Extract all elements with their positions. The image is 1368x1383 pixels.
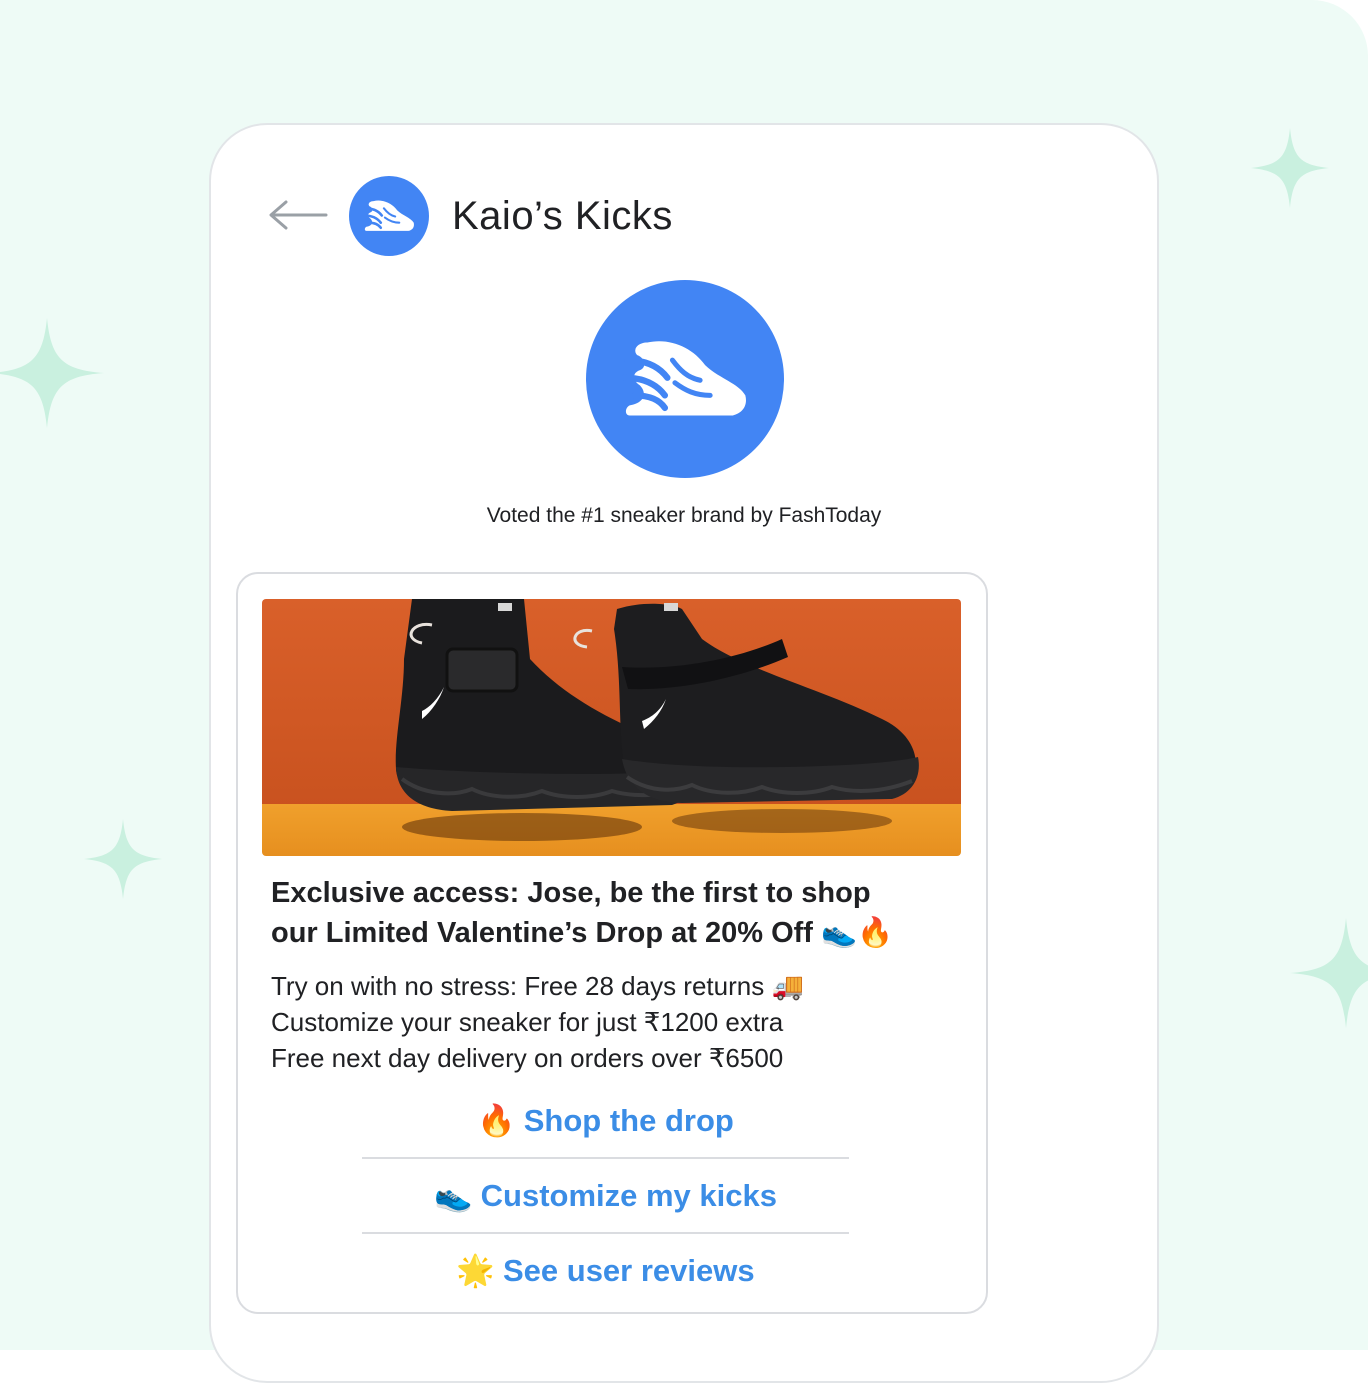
customize-my-kicks-button[interactable]: 👟 Customize my kicks [362, 1177, 849, 1214]
brand-name: Kaio’s Kicks [452, 194, 673, 238]
sparkle-icon [1290, 918, 1368, 1028]
star-icon: 🌟 [456, 1253, 495, 1288]
sparkle-icon [0, 318, 104, 428]
brand-tagline: Voted the #1 sneaker brand by FashToday [486, 504, 882, 527]
sneaker-logo-icon [622, 341, 746, 416]
brand-profile-avatar [586, 280, 784, 478]
hero-sneaker-image [262, 599, 961, 856]
action-label: Shop the drop [523, 1103, 734, 1138]
divider [362, 1157, 849, 1159]
card-body-line: Try on with no stress: Free 28 days retu… [271, 971, 804, 1001]
card-headline: Exclusive access: Jose, be the first to … [271, 873, 961, 953]
sneaker-logo-icon [363, 200, 414, 231]
see-user-reviews-button[interactable]: 🌟 See user reviews [362, 1252, 849, 1289]
card-body: Try on with no stress: Free 28 days retu… [271, 968, 961, 1076]
action-label: Customize my kicks [480, 1178, 777, 1213]
sneaker-icon: 👟 [434, 1178, 473, 1213]
fire-icon: 🔥 [477, 1103, 516, 1138]
brand-avatar [349, 176, 429, 256]
action-label: See user reviews [502, 1253, 755, 1288]
sparkle-icon [84, 819, 162, 899]
divider [362, 1232, 849, 1234]
back-arrow-icon[interactable] [268, 198, 328, 232]
shop-the-drop-button[interactable]: 🔥 Shop the drop [362, 1102, 849, 1139]
card-headline-line: Exclusive access: Jose, be the first to … [271, 877, 871, 909]
card-body-line: Customize your sneaker for just ₹1200 ex… [271, 1007, 784, 1037]
card-body-line: Free next day delivery on orders over ₹6… [271, 1043, 784, 1073]
card-headline-line: our Limited Valentine’s Drop at 20% Off … [271, 917, 894, 949]
sparkle-icon [1251, 128, 1329, 208]
